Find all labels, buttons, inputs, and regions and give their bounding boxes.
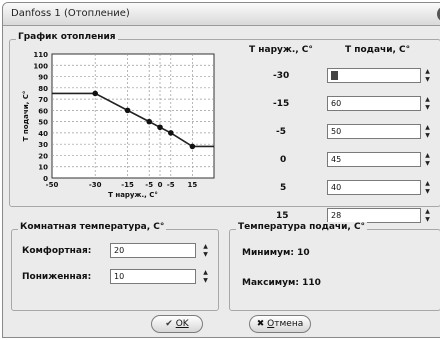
supply-min-text: Минимум: 10 bbox=[242, 248, 310, 258]
reduced-temp-spin[interactable]: ▲ ▼ bbox=[201, 269, 210, 284]
cancel-button[interactable]: ✖ Отмена bbox=[249, 315, 311, 333]
spin-up-icon[interactable]: ▲ bbox=[423, 180, 432, 187]
supply-max-text: Максимум: 110 bbox=[242, 278, 321, 288]
spin-down-icon[interactable]: ▼ bbox=[423, 216, 432, 223]
cancel-button-label: тмена bbox=[274, 319, 304, 329]
curve-point bbox=[92, 90, 98, 97]
y-tick-label: 60 bbox=[38, 107, 48, 115]
supply-temp-spin[interactable]: ▲ ▼ bbox=[423, 152, 432, 167]
y-tick-label: 40 bbox=[38, 130, 48, 138]
supply-temp-spin[interactable]: ▲ ▼ bbox=[423, 96, 432, 111]
room-temp-group-title: Комнатная температура, С° bbox=[18, 222, 167, 232]
outdoor-temp-value: 15 bbox=[276, 211, 289, 221]
supply-temp-spin[interactable]: ▲ ▼ bbox=[423, 68, 432, 83]
spin-down-icon[interactable]: ▼ bbox=[423, 76, 432, 83]
title-bar: Danfoss 1 (Отопление) ● bbox=[3, 3, 440, 26]
comfort-temp-field[interactable]: 20 bbox=[110, 243, 196, 258]
text-cursor bbox=[331, 71, 338, 80]
ok-button-label: OK bbox=[175, 319, 189, 329]
outdoor-temp-value: 0 bbox=[280, 155, 287, 165]
spin-up-icon[interactable]: ▲ bbox=[423, 124, 432, 131]
heating-curve-group-title: График отопления bbox=[16, 32, 118, 42]
spin-up-icon[interactable]: ▲ bbox=[423, 96, 432, 103]
supply-temp-field[interactable]: 60 bbox=[327, 96, 421, 111]
spin-down-icon[interactable]: ▼ bbox=[423, 188, 432, 195]
y-tick-label: 20 bbox=[38, 152, 48, 160]
y-tick-label: 50 bbox=[38, 119, 48, 127]
y-tick-label: 80 bbox=[38, 85, 48, 93]
outdoor-temp-value: -30 bbox=[273, 71, 290, 81]
supply-temp-field[interactable]: 28 bbox=[327, 208, 421, 223]
curve-point bbox=[168, 130, 174, 136]
spin-down-icon[interactable]: ▼ bbox=[423, 132, 432, 139]
curve-point bbox=[189, 143, 196, 150]
y-tick-label: 30 bbox=[38, 141, 48, 149]
x-tick-label: -5 bbox=[145, 181, 153, 189]
spin-up-icon[interactable]: ▲ bbox=[423, 208, 432, 215]
spin-down-icon[interactable]: ▼ bbox=[201, 251, 210, 258]
x-tick-label: -5 bbox=[167, 181, 175, 189]
comfort-temp-spin[interactable]: ▲ ▼ bbox=[201, 243, 210, 258]
spin-up-icon[interactable]: ▲ bbox=[201, 269, 210, 276]
supply-temp-spin[interactable]: ▲ ▼ bbox=[423, 208, 432, 223]
y-tick-label: 90 bbox=[38, 74, 48, 82]
reduced-temp-label: Пониженная: bbox=[22, 272, 92, 282]
dialog-window: Danfoss 1 (Отопление) ● График отопления… bbox=[2, 2, 440, 338]
supply-temp-header: Т подачи, С° bbox=[345, 45, 411, 55]
ok-button[interactable]: ✔ OK bbox=[151, 315, 203, 333]
outdoor-temp-value: -5 bbox=[276, 127, 286, 137]
x-tick-label: -50 bbox=[46, 181, 59, 189]
check-icon: ✔ bbox=[165, 319, 173, 329]
spin-up-icon[interactable]: ▲ bbox=[423, 68, 432, 75]
supply-temp-field[interactable]: 45 bbox=[327, 152, 421, 167]
spin-down-icon[interactable]: ▼ bbox=[423, 104, 432, 111]
plot-area bbox=[51, 53, 215, 179]
curve-point bbox=[124, 107, 131, 114]
x-axis-label: Т наруж., С° bbox=[108, 191, 158, 199]
outdoor-temp-header: Т наруж., С° bbox=[249, 45, 313, 55]
supply-temp-spin[interactable]: ▲ ▼ bbox=[423, 124, 432, 139]
supply-temp-field[interactable]: 75 bbox=[327, 68, 421, 83]
spin-up-icon[interactable]: ▲ bbox=[423, 152, 432, 159]
outdoor-temp-value: -15 bbox=[273, 99, 290, 109]
supply-limits-group: Температура подачи, С° Минимум: 10 Макси… bbox=[229, 222, 440, 311]
supply-temp-spin[interactable]: ▲ ▼ bbox=[423, 180, 432, 195]
curve-point bbox=[146, 118, 152, 125]
y-axis-label: Т подачи, С° bbox=[22, 91, 30, 142]
supply-limits-group-title: Температура подачи, С° bbox=[236, 222, 368, 232]
reduced-temp-field[interactable]: 10 bbox=[110, 269, 196, 284]
x-tick-label: 15 bbox=[188, 181, 198, 189]
spin-up-icon[interactable]: ▲ bbox=[201, 243, 210, 250]
comfort-temp-label: Комфортная: bbox=[22, 246, 92, 256]
curve-point bbox=[157, 124, 163, 131]
outdoor-temp-value: 5 bbox=[280, 183, 287, 193]
x-tick-label: 0 bbox=[158, 181, 163, 189]
supply-temp-field[interactable]: 50 bbox=[327, 124, 421, 139]
y-tick-label: 110 bbox=[33, 51, 48, 59]
window-title: Danfoss 1 (Отопление) bbox=[11, 8, 130, 19]
supply-temp-field[interactable]: 40 bbox=[327, 180, 421, 195]
y-tick-label: 10 bbox=[38, 164, 48, 172]
spin-down-icon[interactable]: ▼ bbox=[201, 277, 210, 284]
y-tick-label: 70 bbox=[38, 96, 48, 104]
heating-curve-chart: 0102030405060708090100110-50 -30 -15 -5 0 -5 1… bbox=[22, 51, 215, 199]
x-tick-label: -30 bbox=[89, 181, 102, 189]
room-temp-group: Комнатная температура, С° Комфортная: 20… bbox=[11, 222, 219, 311]
spin-down-icon[interactable]: ▼ bbox=[423, 160, 432, 167]
cross-icon: ✖ bbox=[256, 319, 265, 329]
x-tick-label: -15 bbox=[121, 181, 134, 189]
y-tick-label: 100 bbox=[33, 62, 48, 70]
